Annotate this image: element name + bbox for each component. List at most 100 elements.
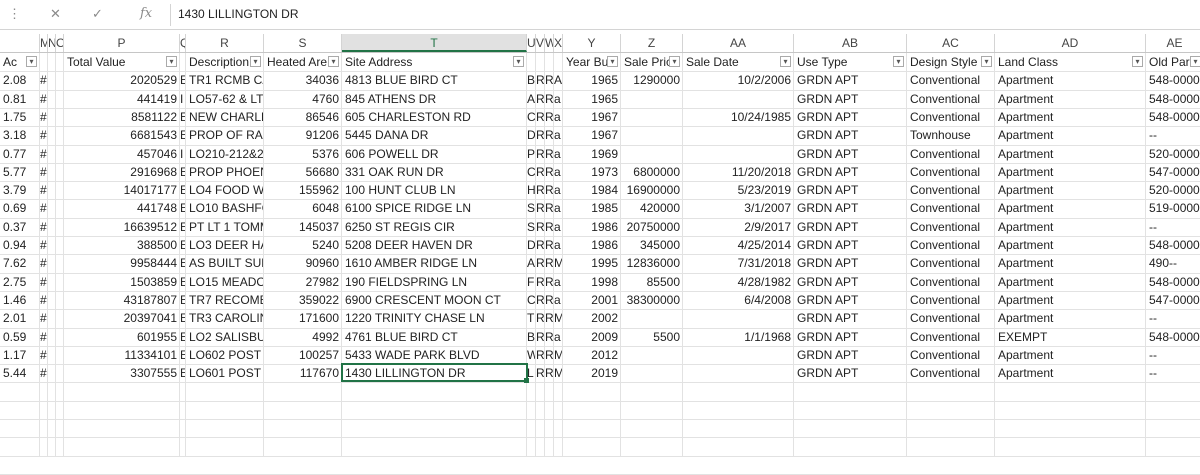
table-cell[interactable]: 548-00000	[1146, 236, 1200, 254]
table-cell[interactable]: 0.81	[0, 90, 40, 108]
table-cell[interactable]: 0.37	[0, 218, 40, 236]
table-cell[interactable]: GRDN APT	[794, 181, 907, 199]
column-header-Z[interactable]: Z	[621, 34, 683, 52]
table-cell[interactable]: LO15 MEADOW	[186, 273, 264, 291]
table-cell[interactable]: 5240	[264, 236, 342, 254]
table-cell[interactable]: 547-00000	[1146, 291, 1200, 309]
filter-dropdown-icon[interactable]: ▾	[669, 56, 680, 67]
column-header-Y[interactable]: Y	[563, 34, 621, 52]
table-cell[interactable]: Conventional	[907, 218, 995, 236]
table-cell[interactable]: Conventional	[907, 328, 995, 346]
filter-header-cell[interactable]: Ac ▾	[0, 53, 40, 71]
table-cell[interactable]: Conventional	[907, 108, 995, 126]
table-cell[interactable]: 117670	[264, 364, 342, 382]
table-cell[interactable]	[683, 126, 794, 144]
table-cell[interactable]: 5/23/2019	[683, 181, 794, 199]
table-cell[interactable]: 1967	[563, 126, 621, 144]
table-cell[interactable]: GRDN APT	[794, 273, 907, 291]
filter-dropdown-icon[interactable]: ▾	[1190, 56, 1200, 67]
column-header-O[interactable]: O	[56, 34, 64, 52]
table-cell[interactable]: 441419	[64, 90, 180, 108]
filter-header-cell[interactable]: Old Par ▾	[1146, 53, 1200, 71]
table-cell[interactable]: 1985	[563, 199, 621, 217]
more-options-icon[interactable]: ⋮	[8, 6, 21, 22]
column-header-AD[interactable]: AD	[995, 34, 1146, 52]
filter-header-cell[interactable]: Site Address ▾	[342, 53, 527, 71]
table-cell[interactable]: GRDN APT	[794, 328, 907, 346]
table-cell[interactable]: LO601 POST P	[186, 364, 264, 382]
table-cell[interactable]: Apartment	[995, 126, 1146, 144]
column-header-V[interactable]: V	[536, 34, 545, 52]
table-cell[interactable]: 845 ATHENS DR	[342, 90, 527, 108]
filter-header-cell[interactable]: Use Type ▾	[794, 53, 907, 71]
table-cell[interactable]: 85500	[621, 273, 683, 291]
table-cell[interactable]: Apartment	[995, 291, 1146, 309]
table-cell[interactable]: 11/20/2018	[683, 163, 794, 181]
table-cell[interactable]: Apartment	[995, 236, 1146, 254]
table-cell[interactable]: 1967	[563, 108, 621, 126]
table-cell[interactable]: 5208 DEER HAVEN DR	[342, 236, 527, 254]
table-cell[interactable]: 1965	[563, 90, 621, 108]
table-cell[interactable]: PROP PHOENIX	[186, 163, 264, 181]
table-cell[interactable]: 547-00000	[1146, 163, 1200, 181]
table-cell[interactable]: Apartment	[995, 254, 1146, 272]
table-cell[interactable]: Conventional	[907, 291, 995, 309]
table-cell[interactable]: Apartment	[995, 273, 1146, 291]
table-cell[interactable]: 43187807	[64, 291, 180, 309]
table-cell[interactable]: 14017177	[64, 181, 180, 199]
table-cell[interactable]: 2.75	[0, 273, 40, 291]
table-cell[interactable]: 1290000	[621, 71, 683, 89]
table-cell[interactable]: 2002	[563, 309, 621, 327]
column-header-P[interactable]: P	[64, 34, 180, 52]
table-cell[interactable]: 548-00000	[1146, 90, 1200, 108]
table-cell[interactable]	[621, 126, 683, 144]
table-cell[interactable]: GRDN APT	[794, 218, 907, 236]
table-cell[interactable]: 1220 TRINITY CHASE LN	[342, 309, 527, 327]
table-cell[interactable]: 5.44	[0, 364, 40, 382]
table-cell[interactable]: 4813 BLUE BIRD CT	[342, 71, 527, 89]
table-cell[interactable]	[683, 145, 794, 163]
table-cell[interactable]: TR7 RECOMB T	[186, 291, 264, 309]
table-cell[interactable]: GRDN APT	[794, 199, 907, 217]
table-cell[interactable]: 1.46	[0, 291, 40, 309]
table-cell[interactable]: Conventional	[907, 364, 995, 382]
table-cell[interactable]: 5433 WADE PARK BLVD	[342, 346, 527, 364]
table-cell[interactable]: GRDN APT	[794, 145, 907, 163]
table-cell[interactable]: 6/4/2008	[683, 291, 794, 309]
table-cell[interactable]: 548-00000	[1146, 273, 1200, 291]
table-cell[interactable]: 6900 CRESCENT MOON CT	[342, 291, 527, 309]
table-cell[interactable]: 548-00000	[1146, 108, 1200, 126]
table-cell[interactable]: 4760	[264, 90, 342, 108]
table-cell[interactable]: 2019	[563, 364, 621, 382]
table-cell[interactable]: Conventional	[907, 309, 995, 327]
table-cell[interactable]: 4761 BLUE BIRD CT	[342, 328, 527, 346]
table-cell[interactable]: 4992	[264, 328, 342, 346]
table-cell[interactable]: 190 FIELDSPRING LN	[342, 273, 527, 291]
table-cell[interactable]	[621, 108, 683, 126]
table-cell[interactable]: 6100 SPICE RIDGE LN	[342, 199, 527, 217]
insert-function-icon[interactable]: fx	[140, 6, 152, 21]
filter-header-cell[interactable]: Heated Are ▾	[264, 53, 342, 71]
column-header-M[interactable]: M	[40, 34, 48, 52]
table-cell[interactable]: GRDN APT	[794, 108, 907, 126]
filter-header-cell[interactable]: Sale Pric ▾	[621, 53, 683, 71]
table-cell[interactable]: 2020529	[64, 71, 180, 89]
table-cell[interactable]: 4/28/1982	[683, 273, 794, 291]
table-cell[interactable]: Apartment	[995, 199, 1146, 217]
table-cell[interactable]: GRDN APT	[794, 126, 907, 144]
table-cell[interactable]: --	[1146, 364, 1200, 382]
table-cell[interactable]: LO3 DEER HAV	[186, 236, 264, 254]
table-cell[interactable]: Townhouse	[907, 126, 995, 144]
table-cell[interactable]: GRDN APT	[794, 163, 907, 181]
filter-dropdown-icon[interactable]: ▾	[607, 56, 618, 67]
table-cell[interactable]: 16639512	[64, 218, 180, 236]
table-cell[interactable]: 56680	[264, 163, 342, 181]
table-cell[interactable]: 100257	[264, 346, 342, 364]
column-header-AA[interactable]: AA	[683, 34, 794, 52]
table-cell[interactable]: GRDN APT	[794, 291, 907, 309]
table-cell[interactable]	[683, 364, 794, 382]
table-cell[interactable]: 27982	[264, 273, 342, 291]
table-cell[interactable]: 6681543	[64, 126, 180, 144]
filter-dropdown-icon[interactable]: ▾	[250, 56, 261, 67]
table-cell[interactable]: 90960	[264, 254, 342, 272]
